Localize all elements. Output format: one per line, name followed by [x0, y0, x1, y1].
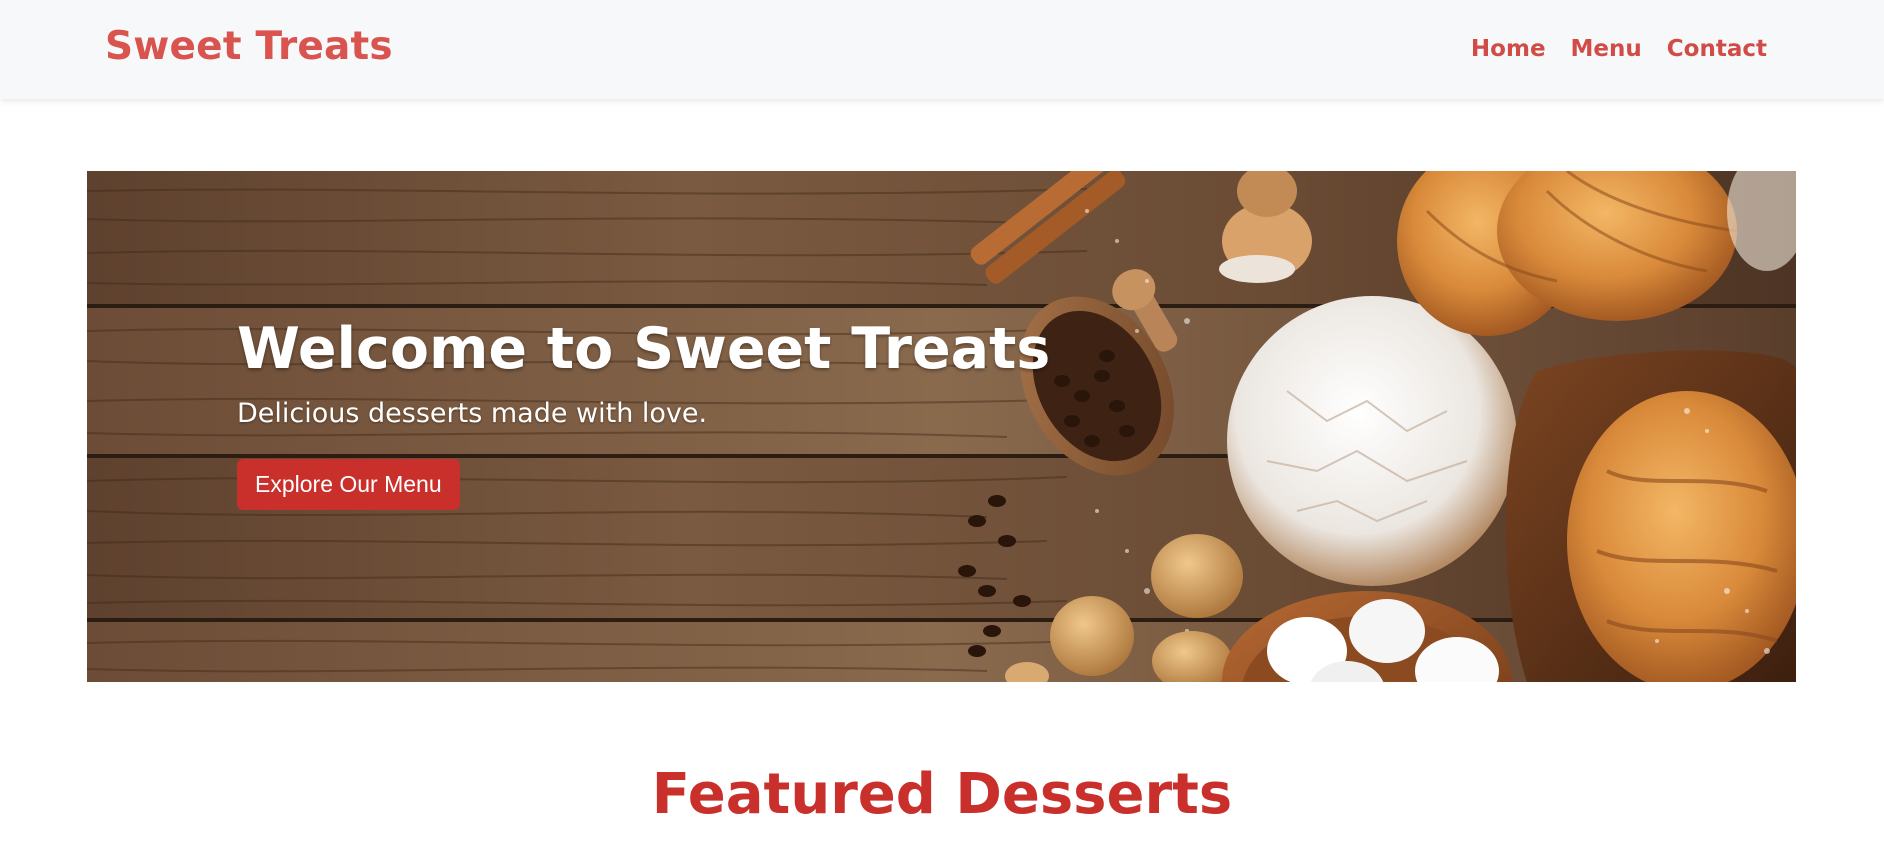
hero-banner: Welcome to Sweet Treats Delicious desser… [87, 171, 1796, 682]
featured-desserts-heading: Featured Desserts [651, 762, 1233, 827]
nav-link-menu[interactable]: Menu [1571, 38, 1642, 61]
nav-links: Home Menu Contact [1471, 38, 1767, 61]
hero-subtitle: Delicious desserts made with love. [237, 398, 708, 429]
brand-logo-link[interactable]: Sweet Treats [105, 27, 393, 66]
navbar: Sweet Treats Home Menu Contact [0, 0, 1884, 99]
nav-link-contact[interactable]: Contact [1667, 38, 1767, 61]
explore-menu-button[interactable]: Explore Our Menu [237, 459, 460, 510]
hero-title: Welcome to Sweet Treats [237, 316, 1051, 382]
hero-content: Welcome to Sweet Treats Delicious desser… [237, 321, 1050, 510]
nav-link-home[interactable]: Home [1471, 38, 1546, 61]
